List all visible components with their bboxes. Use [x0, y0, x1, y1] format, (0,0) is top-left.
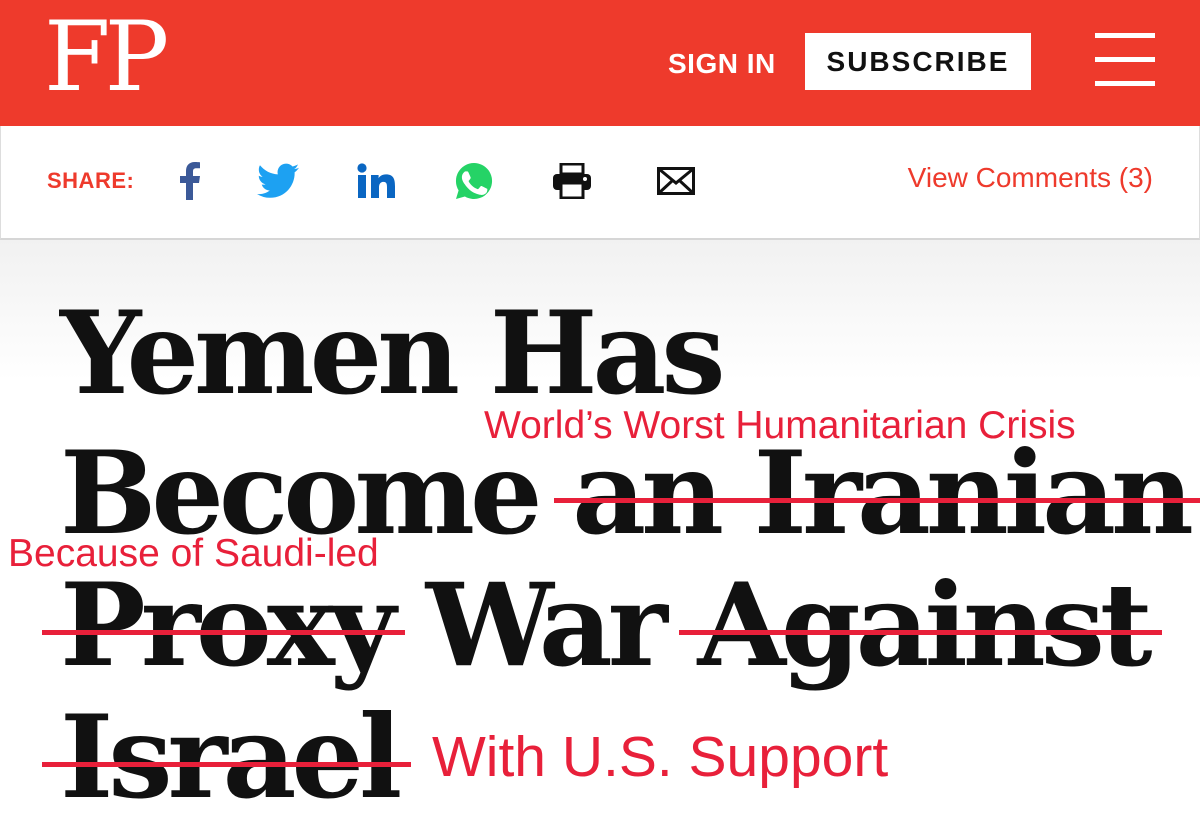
whatsapp-icon[interactable]: [453, 160, 495, 202]
fp-logo[interactable]: FP: [44, 2, 169, 112]
twitter-icon[interactable]: [257, 160, 299, 202]
linkedin-icon[interactable]: [355, 160, 397, 202]
hamburger-menu-icon[interactable]: [1095, 33, 1155, 87]
struck-text: Israel: [41, 690, 412, 824]
headline-line-3: Proxy War Against: [41, 558, 1162, 692]
headline-word: Yemen: [60, 286, 460, 420]
headline-word: Has: [489, 286, 726, 420]
email-icon[interactable]: [655, 160, 697, 202]
share-bar: SHARE: View Comments (3): [0, 126, 1200, 240]
headline-line-4: Israel: [41, 690, 412, 824]
struck-text: Proxy: [41, 558, 406, 692]
annotation-us-support: With U.S. Support: [432, 725, 889, 789]
struck-text: an Iranian: [554, 426, 1200, 560]
share-label: SHARE:: [47, 168, 135, 193]
struck-text: Against: [679, 558, 1162, 692]
view-comments-link[interactable]: View Comments (3): [908, 162, 1153, 194]
sign-in-link[interactable]: SIGN IN: [668, 48, 776, 80]
site-header: FP SIGN IN SUBSCRIBE: [0, 0, 1200, 126]
headline-line-1: Yemen Has: [60, 286, 726, 420]
facebook-icon[interactable]: [169, 160, 211, 202]
print-icon[interactable]: [551, 160, 593, 202]
article-area: Yemen Has World’s Worst Humanitarian Cri…: [0, 240, 1200, 837]
headline-word: War: [425, 558, 668, 692]
subscribe-button[interactable]: SUBSCRIBE: [805, 33, 1031, 90]
